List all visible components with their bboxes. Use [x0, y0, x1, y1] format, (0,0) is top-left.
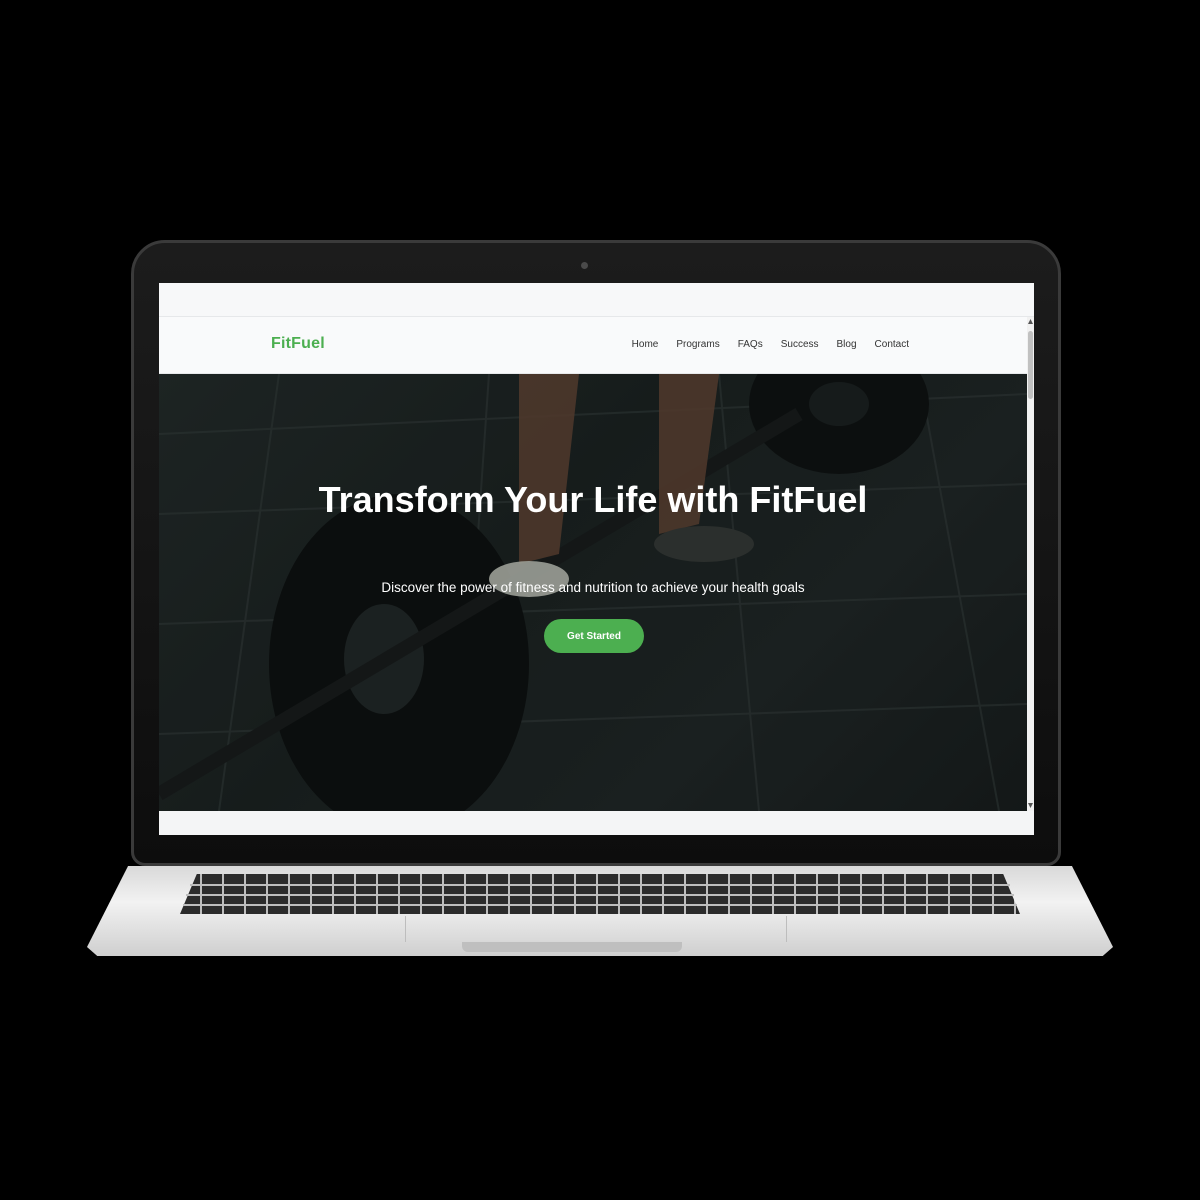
scroll-up-icon[interactable]	[1028, 319, 1033, 324]
scroll-down-icon[interactable]	[1028, 803, 1033, 808]
nav-faqs[interactable]: FAQs	[738, 339, 763, 350]
nav-contact[interactable]: Contact	[875, 339, 909, 350]
nav-success[interactable]: Success	[781, 339, 819, 350]
laptop-screen: FitFuel Home Programs FAQs Success Blog …	[159, 283, 1034, 835]
key-row-divider	[190, 884, 1010, 886]
trackpad	[405, 916, 787, 942]
nav-blog[interactable]: Blog	[837, 339, 857, 350]
key-row-divider	[183, 904, 1017, 906]
get-started-button[interactable]: Get Started	[544, 619, 644, 653]
nav-programs[interactable]: Programs	[676, 339, 719, 350]
laptop-lip	[462, 942, 682, 952]
page-below-fold	[159, 811, 1034, 835]
key-row-divider	[186, 894, 1014, 896]
webcam-icon	[581, 262, 588, 269]
hero-section: Transform Your Life with FitFuel Discove…	[159, 374, 1027, 811]
brand-logo[interactable]: FitFuel	[271, 335, 325, 353]
scrollbar-thumb[interactable]	[1028, 331, 1033, 399]
browser-chrome	[159, 283, 1034, 317]
nav-menu: Home Programs FAQs Success Blog Contact	[614, 339, 909, 350]
nav-home[interactable]: Home	[632, 339, 659, 350]
hero-title: Transform Your Life with FitFuel	[318, 479, 868, 520]
hero-subtitle: Discover the power of fitness and nutrit…	[381, 580, 805, 595]
site-navbar: FitFuel Home Programs FAQs Success Blog …	[159, 317, 1027, 374]
